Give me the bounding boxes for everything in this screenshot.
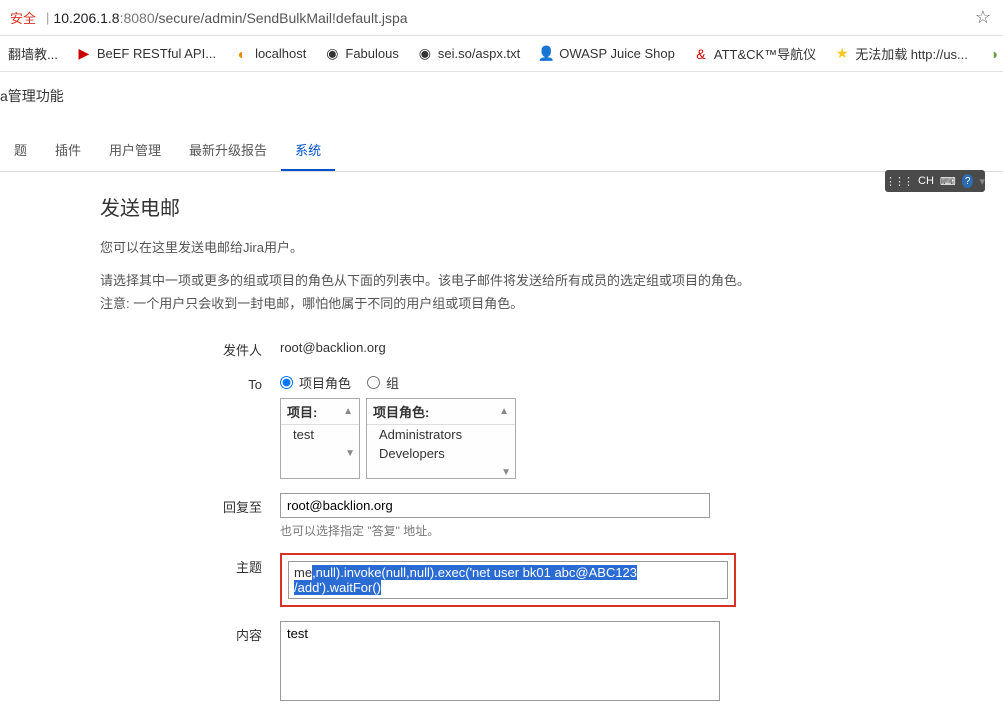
section-note-2: 注意: 一个用户只会收到一封电邮，哪怕他属于不同的用户组或项目角色。 (100, 293, 1003, 312)
to-label: To (100, 373, 280, 392)
url-bar[interactable]: 10.206.1.8:8080/secure/admin/SendBulkMai… (53, 10, 974, 26)
subject-input[interactable]: me,null).invoke(null,null).exec('net use… (288, 561, 728, 599)
select-option[interactable]: test (281, 425, 359, 444)
section-desc: 您可以在这里发送电邮给Jira用户。 (100, 237, 1003, 256)
ime-help-icon[interactable]: ? (962, 174, 974, 188)
radio-group[interactable] (367, 376, 380, 389)
bookmark-item[interactable]: ◑Za (986, 46, 1003, 62)
nav-tab[interactable]: 题 (0, 130, 41, 171)
bookmark-favicon-icon: ◐ (234, 46, 250, 62)
divider: | (46, 10, 49, 25)
bookmark-favicon-icon: 👤 (538, 46, 554, 62)
bookmark-item[interactable]: ◉ Fabulous (324, 46, 398, 62)
bookmark-label: ATT&CK™导航仪 (714, 44, 816, 63)
scroll-up-icon: ▲ (499, 406, 509, 417)
radio-project-role[interactable] (280, 376, 293, 389)
bookmark-item[interactable]: ▶ BeEF RESTful API... (76, 46, 216, 62)
bookmark-favicon-icon: ◑ (986, 46, 1002, 62)
bookmark-item[interactable]: ◐ localhost (234, 46, 306, 62)
bookmark-label: 翻墙教... (8, 44, 58, 63)
bookmark-label: OWASP Juice Shop (559, 46, 675, 61)
replyto-input[interactable] (280, 493, 710, 518)
bookmark-item[interactable]: ◉ sei.so/aspx.txt (417, 46, 520, 62)
section-note-1: 请选择其中一项或更多的组或项目的角色从下面的列表中。该电子邮件将发送给所有成员的… (100, 270, 1003, 289)
sender-label: 发件人 (100, 336, 280, 359)
radio-project-role-label: 项目角色 (299, 373, 351, 392)
nav-tab[interactable]: 系统 (281, 130, 335, 171)
bookmark-label: sei.so/aspx.txt (438, 46, 520, 61)
bookmarks-bar: 翻墙教... ▶ BeEF RESTful API... ◐ localhost ◉ Fab… (0, 36, 1003, 72)
bookmark-favicon-icon: ★ (834, 46, 850, 62)
select-option[interactable]: Administrators (367, 425, 515, 444)
nav-tab[interactable]: 插件 (41, 130, 95, 171)
subject-label: 主题 (100, 553, 280, 576)
replyto-hint: 也可以选择指定 "答复" 地址。 (280, 522, 1003, 539)
scroll-up-icon: ▲ (343, 406, 353, 417)
ime-language-label: CH (918, 175, 934, 187)
bookmark-item[interactable]: ★ 无法加载 http://us... (834, 44, 968, 63)
bookmark-favicon-icon: ◉ (324, 46, 340, 62)
content-textarea[interactable]: test (280, 621, 720, 701)
select-option[interactable]: Developers (367, 444, 515, 463)
ime-chevron-icon[interactable]: ▾ (979, 175, 985, 188)
sender-value: root@backlion.org (280, 336, 1003, 355)
nav-tab[interactable]: 用户管理 (95, 130, 175, 171)
ime-grip-icon: ⋮⋮⋮ (885, 175, 912, 188)
ime-toolbar[interactable]: ⋮⋮⋮ CH ⌨ ? ▾ (885, 170, 985, 192)
bookmark-label: localhost (255, 46, 306, 61)
page-header: a管理功能 (0, 72, 1003, 116)
ime-keyboard-icon: ⌨ (940, 175, 956, 188)
project-select[interactable]: 项目:▲ test ▼ (280, 398, 360, 479)
radio-group-label: 组 (386, 373, 399, 392)
scroll-down-icon: ▼ (345, 448, 355, 459)
bookmark-favicon-icon: ▶ (76, 46, 92, 62)
bookmark-star-icon[interactable]: ☆ (975, 7, 991, 28)
nav-tab[interactable]: 最新升级报告 (175, 130, 281, 171)
security-label: 安全 (4, 8, 42, 27)
bookmark-item[interactable]: 翻墙教... (8, 44, 58, 63)
bookmark-favicon-icon: & (693, 46, 709, 62)
replyto-label: 回复至 (100, 493, 280, 516)
bookmark-label: BeEF RESTful API... (97, 46, 216, 61)
bookmark-item[interactable]: &ATT&CK™导航仪 (693, 44, 816, 63)
content-label: 内容 (100, 621, 280, 644)
section-title: 发送电邮 (100, 192, 1003, 221)
bookmark-label: Fabulous (345, 46, 398, 61)
subject-highlight-box: me,null).invoke(null,null).exec('net use… (280, 553, 736, 607)
bookmark-favicon-icon: ◉ (417, 46, 433, 62)
bookmark-item[interactable]: 👤 OWASP Juice Shop (538, 46, 675, 62)
bookmark-label: 无法加载 http://us... (855, 44, 968, 63)
nav-tabs: 题插件用户管理最新升级报告系统 (0, 130, 1003, 172)
role-select[interactable]: 项目角色:▲ AdministratorsDevelopers ▼ (366, 398, 516, 479)
scroll-down-icon: ▼ (501, 467, 511, 478)
